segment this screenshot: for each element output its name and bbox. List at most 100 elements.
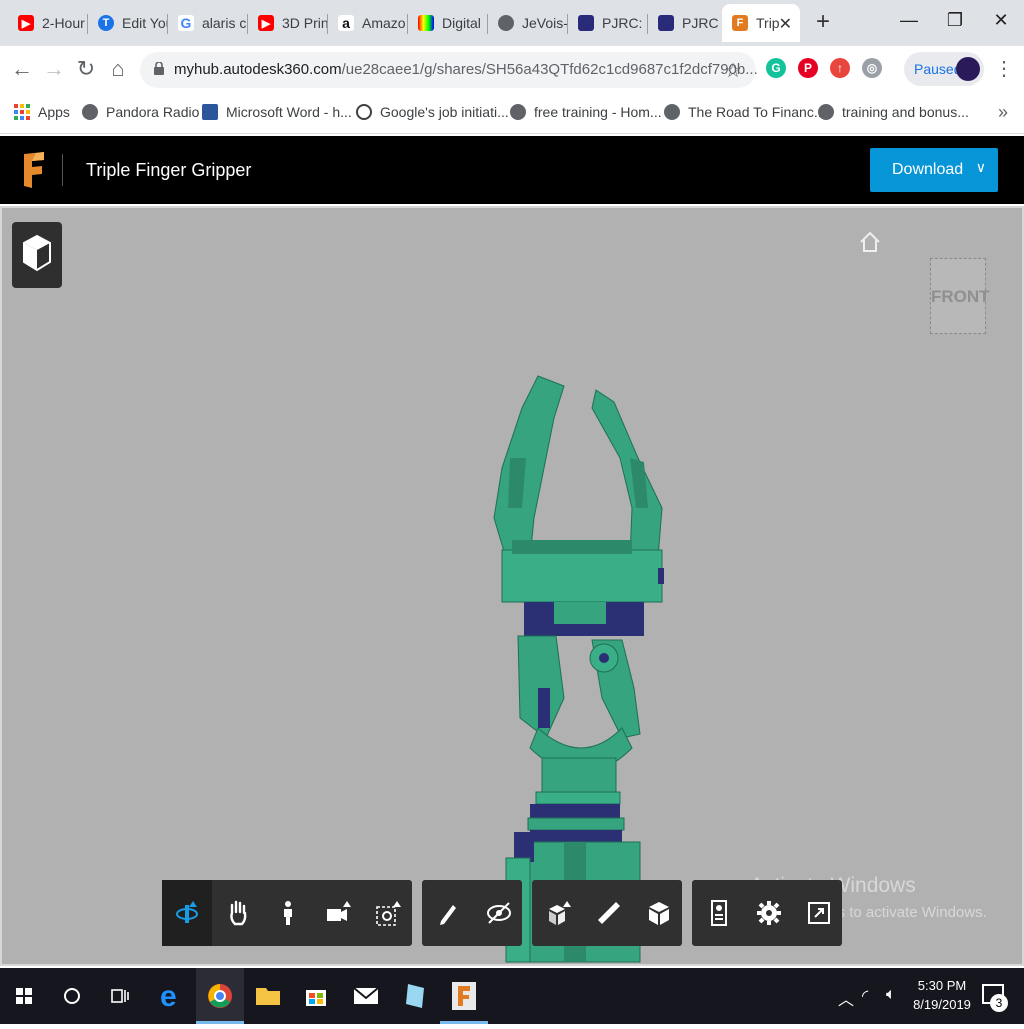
- restore-button[interactable]: ❐: [932, 6, 978, 36]
- globe-icon: [818, 104, 834, 120]
- profile-button[interactable]: Paused: [904, 52, 984, 86]
- browser-tab[interactable]: T Edit You: [88, 4, 168, 42]
- first-person-button[interactable]: [262, 880, 312, 946]
- browser-tab[interactable]: ▶ 2-Hour: [8, 4, 88, 42]
- browser-tab[interactable]: a Amazo: [328, 4, 408, 42]
- browser-tab-active[interactable]: F Trip ✕: [722, 4, 800, 42]
- tab-label: 2-Hour: [42, 15, 85, 31]
- bookmark-item[interactable]: free training - Hom...: [510, 104, 662, 120]
- edge-taskbar-button[interactable]: e: [146, 968, 194, 1024]
- youtube-icon: ▶: [258, 15, 274, 31]
- search-icon: [64, 988, 80, 1004]
- browser-tab[interactable]: PJRC: E: [568, 4, 648, 42]
- hide-eye-icon: [487, 902, 511, 924]
- bookmark-item[interactable]: Google's job initiati...: [356, 104, 509, 120]
- volume-icon[interactable]: 🔈︎: [886, 986, 896, 1004]
- store-button[interactable]: [292, 968, 340, 1024]
- tab-label: Edit You: [122, 15, 168, 31]
- fullscreen-button[interactable]: [792, 880, 842, 946]
- navigation-toolbar-group: [162, 880, 412, 946]
- wifi-icon[interactable]: ◜: [862, 986, 868, 1006]
- fullscreen-icon: [808, 902, 830, 924]
- model-browser-button[interactable]: [632, 880, 682, 946]
- download-button[interactable]: Download ∨: [870, 148, 998, 192]
- fusion-taskbar-button[interactable]: [440, 968, 488, 1024]
- hide-button[interactable]: [472, 880, 522, 946]
- url-text: myhub.autodesk360.com/ue28caee1/g/shares…: [174, 61, 758, 78]
- tab-label: PJRC: E: [602, 15, 648, 31]
- bookmark-label: Apps: [38, 104, 70, 120]
- markup-button[interactable]: [422, 880, 472, 946]
- settings-button[interactable]: [742, 880, 792, 946]
- pan-hand-icon: [230, 900, 247, 926]
- grammarly-icon[interactable]: G: [766, 58, 786, 78]
- lock-icon: [154, 62, 164, 75]
- show-hidden-icons-icon[interactable]: ︿: [838, 986, 854, 1010]
- measure-ruler-icon: [598, 902, 620, 924]
- globe-icon: [498, 15, 514, 31]
- bookmark-star-icon[interactable]: ☆: [724, 58, 742, 83]
- bookmark-item[interactable]: Apps: [14, 104, 70, 120]
- clock-icon: [356, 104, 372, 120]
- url-domain: myhub.autodesk360.com: [174, 61, 342, 78]
- chrome-icon: [208, 984, 232, 1008]
- notification-count-badge: 3: [990, 994, 1008, 1012]
- reload-button[interactable]: ↻: [72, 56, 100, 84]
- task-view-icon: [111, 989, 129, 1003]
- extension-icon[interactable]: ◎: [862, 58, 882, 78]
- browser-tab[interactable]: JeVois-: [488, 4, 568, 42]
- new-tab-button[interactable]: +: [808, 8, 838, 38]
- camera-icon: [327, 901, 351, 921]
- home-view-icon[interactable]: [858, 230, 882, 254]
- model-toolbar-group: [532, 880, 682, 946]
- bookmark-item[interactable]: Pandora Radio: [82, 104, 199, 120]
- model-browser-icon: [649, 902, 669, 925]
- properties-button[interactable]: [692, 880, 742, 946]
- word-doc-icon: [202, 104, 218, 120]
- browser-tab[interactable]: Digital: [408, 4, 488, 42]
- browser-tab[interactable]: G alaris c: [168, 4, 248, 42]
- chrome-taskbar-button[interactable]: [196, 968, 244, 1024]
- orbit-button[interactable]: [162, 880, 212, 946]
- forward-button[interactable]: →: [40, 56, 68, 84]
- start-icon: [16, 988, 32, 1004]
- pinterest-icon[interactable]: P: [798, 58, 818, 78]
- amazon-icon: a: [338, 15, 354, 31]
- viewcube[interactable]: FRONT: [930, 258, 990, 334]
- pan-button[interactable]: [212, 880, 262, 946]
- camera-button[interactable]: [312, 880, 362, 946]
- notepad-button[interactable]: [392, 968, 440, 1024]
- bookmark-item[interactable]: Microsoft Word - h...: [202, 104, 352, 120]
- bookmark-item[interactable]: training and bonus...: [818, 104, 969, 120]
- system-clock[interactable]: 5:30 PM 8/19/2019: [906, 976, 978, 1014]
- browser-tab[interactable]: ▶ 3D Prin: [248, 4, 328, 42]
- fusion-logo-icon[interactable]: [22, 150, 46, 190]
- search-button[interactable]: [48, 968, 96, 1024]
- chevron-down-icon[interactable]: ∨: [976, 159, 986, 176]
- file-explorer-button[interactable]: [244, 968, 292, 1024]
- close-window-button[interactable]: ✕: [978, 6, 1024, 36]
- settings-toolbar-group: [692, 880, 842, 946]
- bookmark-item[interactable]: The Road To Financ...: [664, 104, 825, 120]
- chrome-menu-icon[interactable]: ⋮: [994, 56, 1014, 81]
- extension-icon[interactable]: ↑: [830, 58, 850, 78]
- measure-button[interactable]: [582, 880, 632, 946]
- back-button[interactable]: ←: [8, 56, 36, 84]
- more-bookmarks-icon[interactable]: »: [998, 102, 1008, 123]
- gripper-3d-model: [493, 375, 664, 963]
- home-button[interactable]: ⌂: [104, 56, 132, 84]
- model-viewer-canvas[interactable]: FRONT Activate Windows Go: [0, 206, 1024, 966]
- minimize-button[interactable]: —: [886, 6, 932, 36]
- browser-tab[interactable]: PJRC St: [648, 4, 722, 42]
- task-view-button[interactable]: [96, 968, 144, 1024]
- explode-button[interactable]: [532, 880, 582, 946]
- mail-button[interactable]: [342, 968, 390, 1024]
- close-tab-icon[interactable]: ✕: [779, 14, 792, 34]
- address-bar[interactable]: myhub.autodesk360.com/ue28caee1/g/shares…: [140, 52, 758, 88]
- browser-toolbar: ← → ↻ ⌂ myhub.autodesk360.com/ue28caee1/…: [0, 46, 1024, 94]
- tab-label: Digital: [442, 15, 481, 31]
- tab-label: PJRC St: [682, 15, 722, 31]
- zoom-window-button[interactable]: [362, 880, 412, 946]
- model-cube-button[interactable]: [12, 222, 62, 288]
- start-button[interactable]: [0, 968, 48, 1024]
